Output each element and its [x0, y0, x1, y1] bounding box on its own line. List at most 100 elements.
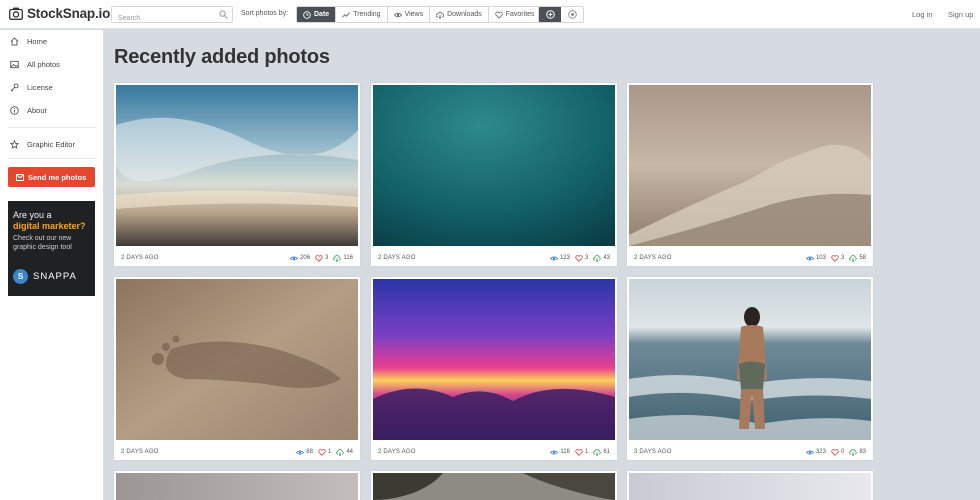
favorites-count: 1	[584, 449, 589, 455]
snappa-logo-icon: S	[13, 269, 28, 284]
sidebar-item-label: All photos	[27, 59, 60, 69]
sidebar: Home All photos License About Graphic Ed…	[0, 30, 103, 500]
sidebar-item-graphic-editor[interactable]: Graphic Editor	[10, 138, 75, 150]
ad-brand-name: SNAPPA	[33, 271, 77, 282]
photo-card[interactable]	[114, 471, 360, 500]
views-stat: 123	[549, 255, 570, 262]
photo-sand-dune	[629, 85, 871, 246]
download-icon	[849, 254, 857, 262]
favorites-stat[interactable]: 3	[315, 254, 328, 262]
views-count: 116	[560, 449, 570, 455]
photo-card[interactable]: 2 DAYS AGO 206 3 116	[114, 83, 360, 266]
eye-icon	[550, 450, 559, 454]
send-me-photos-button[interactable]: Send me photos	[8, 167, 95, 187]
ad-brand: S SNAPPA	[13, 269, 77, 284]
favorites-stat[interactable]: 0	[831, 448, 844, 456]
photo-date: 2 DAYS AGO	[378, 449, 416, 455]
downloads-stat[interactable]: 61	[593, 448, 610, 456]
info-icon	[10, 105, 19, 115]
sidebar-item-label: About	[27, 105, 47, 115]
heart-icon	[315, 254, 323, 262]
sidebar-item-all-photos[interactable]: All photos	[10, 58, 60, 70]
downloads-stat[interactable]: 116	[333, 254, 353, 262]
send-button-label: Send me photos	[28, 172, 87, 182]
photo-sky-sunset	[116, 85, 358, 246]
downloads-count: 58	[859, 255, 866, 261]
download-icon	[849, 448, 857, 456]
image-icon	[10, 60, 19, 68]
sidebar-item-label: Graphic Editor	[27, 139, 75, 149]
views-stat: 88	[296, 449, 313, 456]
sidebar-item-license[interactable]: License	[10, 81, 53, 93]
favorites-stat[interactable]: 1	[575, 448, 589, 456]
sort-favorites-button[interactable]: Favorites	[488, 7, 541, 22]
search-input[interactable]	[112, 11, 216, 26]
view-recent-button[interactable]	[539, 7, 561, 22]
ad-highlight: digital marketer?	[13, 221, 86, 231]
downloads-count: 116	[343, 255, 353, 261]
sort-favorites-label: Favorites	[505, 11, 535, 18]
sidebar-item-label: License	[27, 82, 53, 92]
sort-downloads-button[interactable]: Downloads	[430, 7, 489, 22]
download-icon	[593, 254, 601, 262]
trending-icon	[342, 11, 351, 18]
photo-card[interactable]	[627, 471, 873, 500]
sort-views-button[interactable]: Views	[387, 7, 431, 22]
dot-circle-icon	[567, 10, 577, 19]
home-icon	[10, 36, 19, 46]
photo-card[interactable]: 2 DAYS AGO 88 1 44	[114, 277, 360, 460]
photo-card[interactable]: 2 DAYS AGO 116 1 61	[371, 277, 617, 460]
favorites-stat[interactable]: 3	[575, 254, 588, 262]
heart-icon	[575, 448, 583, 456]
logo-text: StockSnap.io	[27, 6, 111, 21]
download-icon	[436, 11, 445, 19]
signup-link[interactable]: Sign up	[948, 10, 973, 19]
photo-date: 2 DAYS AGO	[634, 255, 672, 261]
photo-meta: 2 DAYS AGO 88 1 44	[121, 446, 353, 458]
heart-icon	[831, 448, 839, 456]
photo-meta: 2 DAYS AGO 123 3 43	[378, 252, 610, 264]
downloads-stat[interactable]: 58	[849, 254, 866, 262]
favorites-count: 1	[327, 449, 332, 455]
top-bar: StockSnap.io Sort photos by: Date Trendi…	[0, 0, 980, 29]
search-icon[interactable]	[219, 10, 228, 19]
photo-date: 2 DAYS AGO	[121, 255, 159, 261]
views-stat: 206	[290, 255, 310, 262]
logo[interactable]: StockSnap.io	[9, 6, 110, 21]
login-link[interactable]: Log in	[912, 10, 932, 19]
sidebar-item-home[interactable]: Home	[10, 35, 47, 47]
heart-icon	[495, 11, 503, 19]
views-count: 103	[815, 255, 826, 261]
ad-description: Check out our new graphic design tool	[13, 235, 72, 251]
sort-downloads-label: Downloads	[447, 11, 482, 18]
sort-trending-button[interactable]: Trending	[336, 7, 388, 22]
downloads-stat[interactable]: 83	[849, 448, 866, 456]
view-popular-button[interactable]	[561, 7, 583, 22]
photo-card[interactable]: 2 DAYS AGO 103 3 58	[627, 83, 873, 266]
downloads-count: 44	[346, 449, 353, 455]
photo-date: 3 DAYS AGO	[634, 449, 672, 455]
snappa-ad-banner[interactable]: Are you a digital marketer? Check out ou…	[8, 201, 95, 296]
sort-trending-label: Trending	[353, 11, 381, 18]
sidebar-divider	[8, 127, 96, 128]
favorites-stat[interactable]: 1	[318, 448, 332, 456]
photo-card[interactable]: 2 DAYS AGO 123 3 43	[371, 83, 617, 266]
downloads-count: 43	[603, 255, 610, 261]
downloads-stat[interactable]: 44	[336, 448, 353, 456]
eye-icon	[296, 450, 305, 454]
downloads-count: 83	[859, 449, 866, 455]
photo-card[interactable]: 3 DAYS AGO 323 0 83	[627, 277, 873, 460]
sort-date-button[interactable]: Date	[297, 7, 337, 22]
favorites-stat[interactable]: 3	[831, 254, 844, 262]
download-icon	[333, 254, 342, 262]
photo-footprint-sand	[116, 279, 358, 440]
photo-meta: 2 DAYS AGO 103 3 58	[634, 252, 866, 264]
downloads-stat[interactable]: 43	[593, 254, 610, 262]
clock-icon	[303, 10, 311, 19]
eye-icon	[805, 256, 814, 260]
views-count: 88	[306, 449, 313, 455]
camera-icon	[9, 7, 23, 20]
views-stat: 116	[550, 449, 570, 456]
sidebar-item-about[interactable]: About	[10, 104, 47, 116]
photo-card[interactable]	[371, 471, 617, 500]
